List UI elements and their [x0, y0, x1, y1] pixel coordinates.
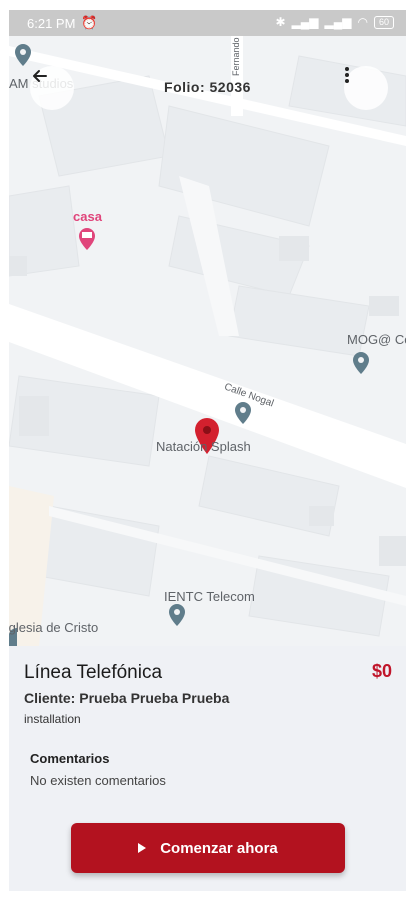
client-name: Cliente: Prueba Prueba Prueba: [24, 690, 230, 706]
map-label-street-top: Fernando: [231, 37, 241, 76]
map-label-ientc: IENTC Telecom: [164, 589, 255, 604]
poi-casa-icon[interactable]: [79, 228, 95, 250]
map-label-casa: casa: [73, 209, 102, 224]
signal-icon-2: ▂▄▆: [324, 15, 352, 29]
play-icon: [138, 843, 147, 853]
map-label-natacion: Natación Splash: [156, 439, 251, 454]
start-now-label: Comenzar ahora: [160, 839, 278, 857]
details-sheet: Línea Telefónica $0 Cliente: Prueba Prue…: [9, 646, 406, 891]
battery-icon: 60: [373, 15, 394, 29]
service-price: $0: [371, 661, 392, 681]
app-screen: 6:21 PM ⏰ ✱ ▂▄▆ ▂▄▆ ◠ 60 AM casa MOG@ Co…: [9, 10, 406, 891]
map-label-mog: MOG@ Co: [347, 332, 406, 347]
wifi-icon: ◠: [357, 15, 368, 29]
status-time: 6:21 PM: [27, 16, 76, 31]
status-bar: 6:21 PM ⏰ ✱ ▂▄▆ ▂▄▆ ◠ 60: [9, 10, 406, 36]
alarm-icon: ⏰: [81, 15, 98, 30]
map-label-iglesia: Iglesia de Cristo: [9, 620, 99, 635]
more-menu-button[interactable]: [344, 66, 388, 110]
service-title: Línea Telefónica: [24, 662, 163, 683]
status-icons: ✱ ▂▄▆ ▂▄▆ ◠ 60: [275, 15, 394, 29]
comments-label: Comentarios: [30, 751, 110, 766]
more-vert-icon: [345, 67, 349, 83]
bluetooth-icon: ✱: [275, 15, 286, 29]
signal-icon: ▂▄▆: [291, 15, 319, 29]
map-view[interactable]: AM studios casa MOG@ Co Calle Nogal Nata…: [9, 36, 406, 646]
comments-text: No existen comentarios: [30, 773, 166, 788]
start-now-button[interactable]: Comenzar ahora: [71, 823, 345, 873]
service-type: installation: [24, 712, 81, 726]
